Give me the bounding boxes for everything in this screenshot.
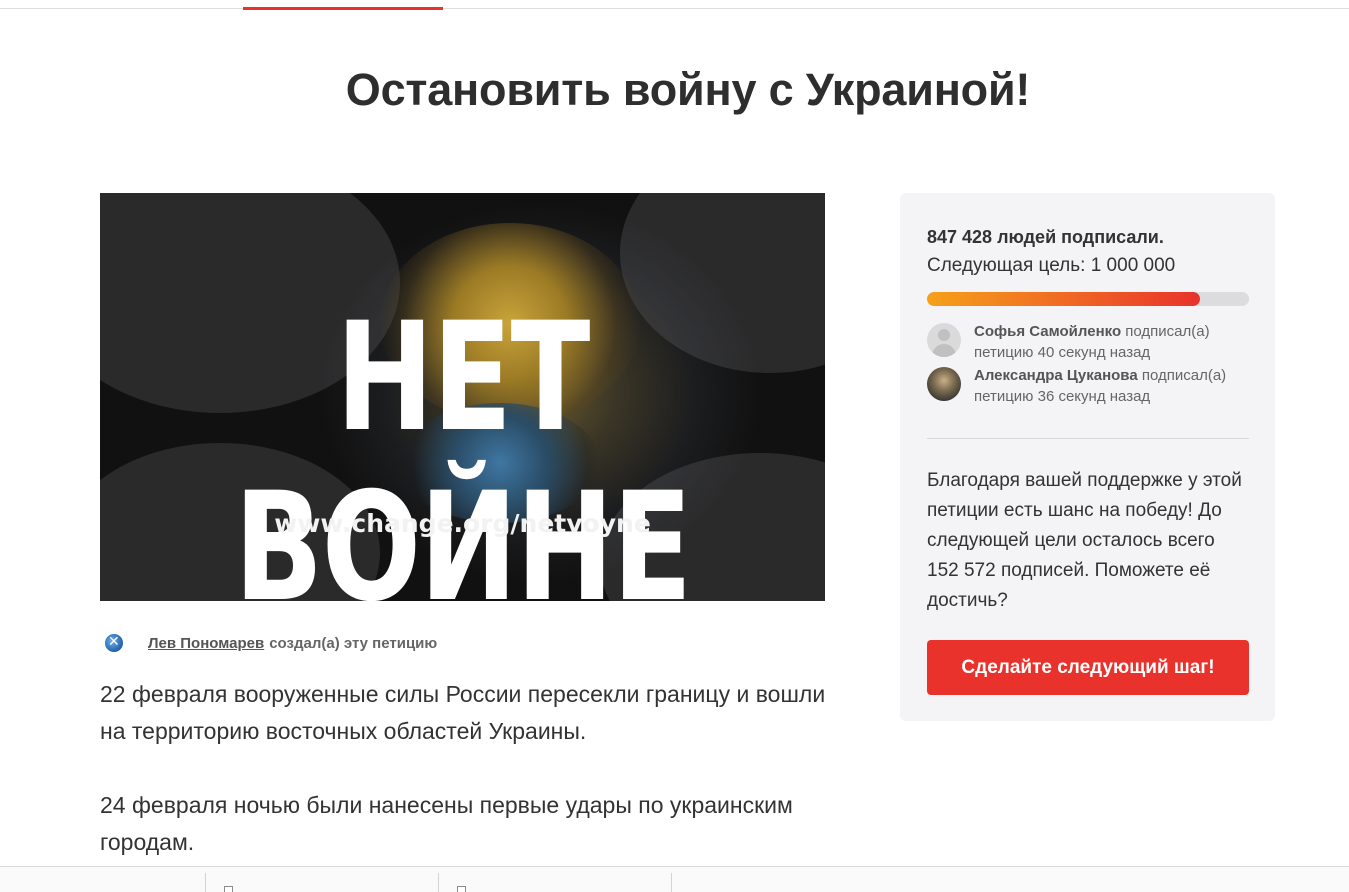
user-photo-avatar [927, 367, 961, 401]
signer-name: Софья Самойленко [974, 323, 1122, 340]
description-paragraph: 22 февраля вооруженные силы России перес… [100, 681, 826, 744]
signer-text: Софья Самойленко подписал(а) петицию 40 … [974, 321, 1210, 363]
description-paragraph: 24 февраля ночью были нанесены первые уд… [100, 792, 793, 855]
author-created-text: создал(а) эту петицию [269, 634, 438, 652]
default-avatar-icon [927, 323, 961, 357]
header-divider [0, 8, 1349, 9]
petition-image: НЕТ ВОЙНЕ www.change.org/netvoyne [100, 193, 825, 601]
signer-text: Александра Цуканова подписал(а) петицию … [974, 365, 1226, 407]
next-step-button[interactable]: Сделайте следующий шаг! [927, 640, 1249, 695]
page-title: Остановить войну с Украиной! [345, 64, 1031, 115]
recent-signer: Софья Самойленко подписал(а) петицию 40 … [927, 321, 1257, 363]
recent-signer: Александра Цуканова подписал(а) петицию … [927, 365, 1257, 407]
hero-headline: НЕТ ВОЙНЕ [234, 291, 692, 601]
progress-bar [927, 292, 1249, 306]
hero-url: www.change.org/netvoyne [274, 509, 651, 538]
card-divider [927, 438, 1249, 439]
signer-time: петицию 36 секунд назад [974, 388, 1151, 405]
signature-card: 847 428 людей подписали. Следующая цель:… [900, 193, 1275, 721]
support-pitch: Благодаря вашей поддержке у этой петиции… [927, 470, 1242, 611]
petition-author: Лев Пономарев создал(а) эту петицию [102, 631, 437, 655]
petition-description: 22 февраля вооруженные силы России перес… [100, 676, 830, 892]
progress-fill [927, 292, 1200, 306]
author-badge-icon [102, 631, 126, 655]
author-link[interactable]: Лев Пономарев [148, 635, 264, 652]
taskbar-separator [671, 873, 672, 892]
taskbar-tab[interactable] [438, 873, 671, 892]
signer-action: подписал(а) [1141, 367, 1227, 384]
signer-time: петицию 40 секунд назад [974, 344, 1151, 361]
taskbar-tab[interactable] [205, 873, 438, 892]
active-tab-indicator [243, 7, 443, 10]
signer-action: подписал(а) [1125, 323, 1210, 340]
document-icon [457, 886, 466, 892]
signature-count: 847 428 людей подписали. [927, 227, 1164, 247]
next-goal: Следующая цель: 1 000 000 [927, 255, 1176, 276]
document-icon [224, 886, 233, 892]
bottom-taskbar [0, 866, 1349, 892]
signer-name: Александра Цуканова [974, 367, 1138, 384]
